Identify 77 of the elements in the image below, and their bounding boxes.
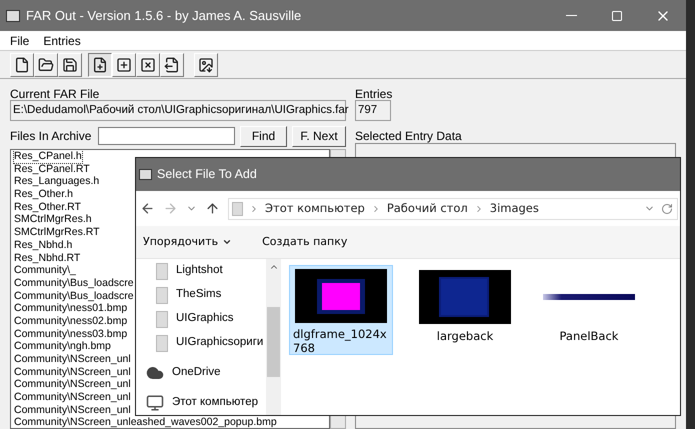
files-in-archive-label: Files In Archive [10, 128, 92, 145]
file-list-item[interactable]: Community\NScreen_unl [14, 404, 131, 416]
file-list-item[interactable]: SMCtrlMgrRes.RT [14, 226, 100, 239]
new-folder-button[interactable]: Создать папку [262, 234, 348, 250]
nav-item[interactable]: Lightshot [146, 259, 266, 283]
new-file-icon[interactable] [10, 52, 34, 76]
nav-scrollbar[interactable] [266, 259, 281, 415]
file-name: largeback [436, 329, 494, 343]
organize-button[interactable]: Упорядочить [143, 234, 232, 250]
document-icon [156, 286, 168, 304]
file-list-item[interactable]: Res_Other.RT [14, 200, 81, 214]
file-list-item[interactable]: Community\NScreen_unl [14, 366, 131, 378]
file-tile[interactable]: dlgframe_1024x768 [289, 265, 393, 355]
export-icon[interactable] [160, 52, 184, 76]
file-list-item[interactable]: Community\NScreen_unl [14, 353, 131, 366]
app-icon [6, 10, 20, 22]
add-icon[interactable] [112, 52, 136, 76]
file-list-item[interactable]: Res_CPanel.RT [14, 162, 90, 176]
file-list-item[interactable]: Community\Bus_loadscre [14, 290, 134, 302]
far-file-path-field: E:\Dedudamol\Рабочий стол\UIGraphicsоригинал\UIGraphics.far [10, 100, 346, 121]
file-list-item[interactable]: Community\ness02.bmp [14, 314, 128, 328]
document-icon [156, 334, 168, 352]
file-name: PanelBack [558, 329, 620, 343]
current-far-file-label: Current FAR File [10, 86, 100, 100]
find-next-button[interactable]: F. Next [292, 126, 346, 146]
document-icon [156, 310, 168, 328]
window-title: FAR Out - Version 1.5.6 - by James A. Sausville [26, 6, 302, 25]
file-name: dlgframe_1024x768 [293, 327, 388, 355]
up-icon[interactable] [205, 201, 220, 216]
file-list-item[interactable]: Res_Other.h [14, 188, 73, 201]
file-list-item[interactable]: Community\_ [14, 264, 76, 277]
menu-item[interactable]: Entries [43, 32, 81, 50]
nav-item[interactable]: UIGraphics [146, 307, 266, 331]
add-file-icon[interactable] [88, 52, 112, 76]
breadcrumb-item[interactable]: Этот компьютер [265, 200, 365, 218]
menu-item[interactable]: File [10, 32, 30, 50]
maximize-icon [611, 10, 623, 22]
app-icon [139, 169, 152, 180]
file-list-item[interactable]: Community\NScreen_unleashed_waves002_popup.bmp [14, 416, 277, 428]
nav-item[interactable]: OneDrive [146, 361, 266, 385]
entries-label: Entries [355, 86, 394, 100]
file-list-item[interactable]: Res_CPanel.h [14, 150, 82, 163]
file-list-item[interactable]: Community\NScreen_unl [14, 378, 131, 392]
caret-icon [222, 237, 232, 247]
selected-entry-data-label: Selected Entry Data [355, 128, 463, 143]
delete-icon[interactable] [136, 52, 160, 76]
refresh-icon[interactable] [661, 202, 673, 214]
minimize-icon [566, 14, 576, 16]
dialog-title: Select File To Add [157, 166, 257, 184]
entries-count-field: 797 [355, 100, 391, 121]
file-tile[interactable]: largeback [413, 265, 517, 355]
open-folder-icon[interactable] [34, 52, 58, 76]
find-button[interactable]: Find [240, 126, 287, 146]
nav-item[interactable]: UIGraphicsориги [146, 331, 266, 355]
file-tile[interactable]: PanelBack [537, 265, 641, 355]
monitor-icon [146, 394, 164, 412]
image-export-icon[interactable] [194, 52, 218, 76]
file-list-item[interactable]: Res_Languages.h [14, 175, 100, 188]
nav-item[interactable]: Этот компьютер [146, 391, 266, 415]
file-list-item[interactable]: Community\Bus_loadscre [14, 276, 134, 290]
file-list-item[interactable]: Res_Nbhd.h [14, 238, 72, 252]
file-list-item[interactable]: Community\ness03.bmp [14, 328, 128, 340]
file-list-item[interactable]: Community\NScreen_unl [14, 391, 131, 404]
document-icon [156, 262, 168, 280]
search-field[interactable] [98, 127, 235, 145]
file-list-item[interactable]: Community\ness01.bmp [14, 302, 128, 315]
address-bar[interactable]: Этот компьютер Рабочий стол 3images [228, 198, 678, 220]
breadcrumb-item[interactable]: 3images [490, 200, 539, 218]
breadcrumb-item[interactable]: Рабочий стол [386, 200, 468, 218]
document-icon [232, 202, 243, 216]
back-icon[interactable] [140, 201, 155, 216]
cloud-icon [146, 364, 164, 382]
nav-item[interactable]: TheSims [146, 283, 266, 307]
save-icon[interactable] [58, 52, 82, 76]
file-list-item[interactable]: SMCtrlMgrRes.h [14, 213, 92, 226]
file-list-item[interactable]: Community\ngh.bmp [14, 340, 111, 353]
file-list-item[interactable]: Res_Nbhd.RT [14, 252, 80, 264]
